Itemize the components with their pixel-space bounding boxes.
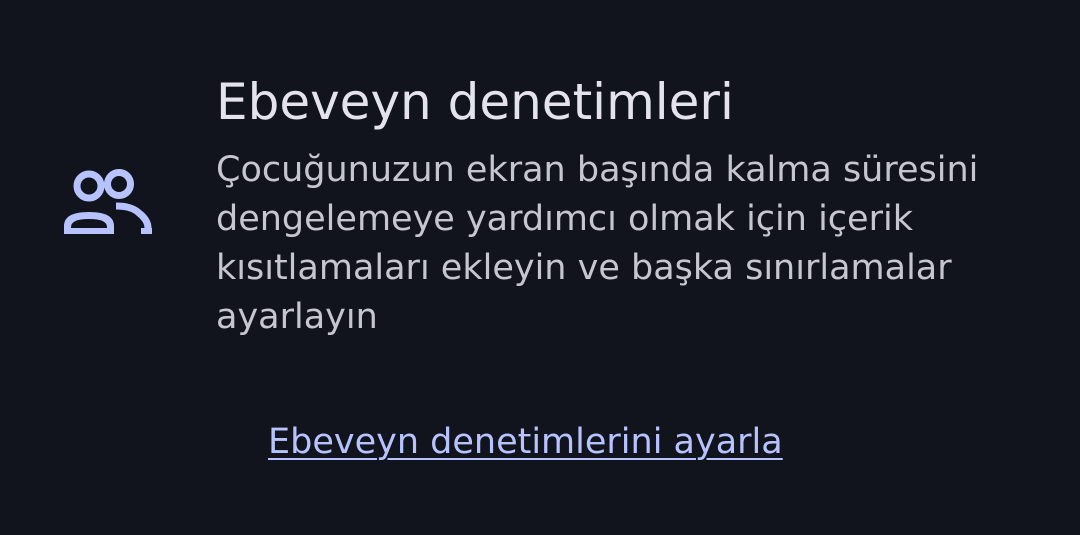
card-title: Ebeveyn denetimleri <box>216 73 734 131</box>
card-description: Çocuğunuzun ekran başında kalma süresini… <box>216 150 979 337</box>
people-icon <box>60 166 156 240</box>
parental-controls-card: Ebeveyn denetimleri Çocuğunuzun ekran ba… <box>0 0 1080 535</box>
setup-parental-controls-link[interactable]: Ebeveyn denetimlerini ayarla <box>268 418 783 466</box>
